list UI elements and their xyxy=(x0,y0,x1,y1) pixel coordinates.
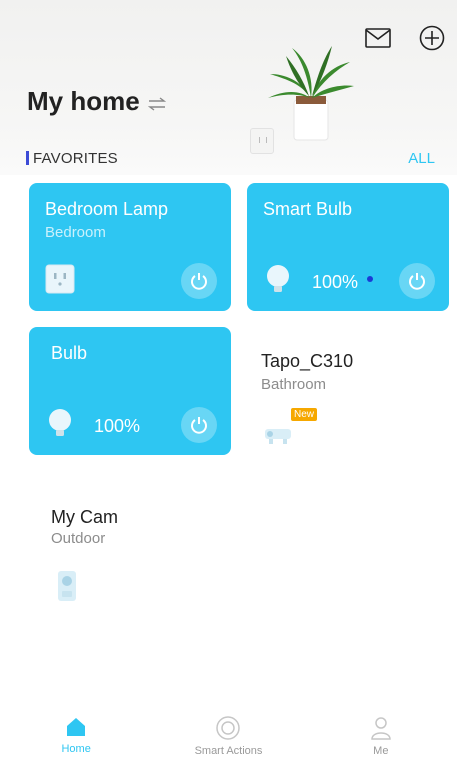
brightness-value: 100% xyxy=(312,272,359,292)
power-toggle-button[interactable] xyxy=(181,263,217,299)
user-icon xyxy=(371,717,391,740)
tab-label: Home xyxy=(61,743,91,755)
device-card-bedroom-lamp[interactable]: Bedroom Lamp Bedroom xyxy=(29,183,231,311)
device-room: Bathroom xyxy=(261,376,327,393)
device-card-my-cam[interactable]: My Cam Outdoor xyxy=(29,471,231,601)
tab-home[interactable]: Home xyxy=(0,705,152,763)
potted-plant-illustration xyxy=(268,46,354,141)
device-name: Smart Bulb xyxy=(263,199,353,219)
power-toggle-button[interactable] xyxy=(399,263,435,299)
home-selector[interactable]: My home xyxy=(27,86,166,117)
tab-smart-actions[interactable]: Smart Actions xyxy=(152,705,304,763)
bulb-icon xyxy=(267,265,289,292)
power-icon xyxy=(191,273,207,290)
favorites-marker xyxy=(26,151,29,165)
device-card-smart-bulb[interactable]: Smart Bulb 100% xyxy=(247,183,449,311)
camera-icon xyxy=(58,571,76,601)
device-name: My Cam xyxy=(51,507,118,527)
power-icon xyxy=(409,273,425,290)
favorites-heading: FAVORITES xyxy=(33,150,118,167)
tab-label: Smart Actions xyxy=(194,745,263,757)
smart-actions-icon xyxy=(216,716,241,740)
smart-plug-icon xyxy=(45,264,75,294)
device-name: Bulb xyxy=(51,343,88,363)
device-room: Outdoor xyxy=(51,530,106,547)
home-icon xyxy=(67,718,86,736)
device-name: Tapo_C310 xyxy=(261,351,354,371)
tab-label: Me xyxy=(373,745,389,757)
outdoor-camera-icon xyxy=(265,429,291,444)
mail-icon[interactable] xyxy=(362,22,394,54)
bottom-tab-bar: Home Smart Actions Me xyxy=(0,705,457,763)
device-room: Bedroom xyxy=(45,224,106,241)
home-title: My home xyxy=(27,86,140,116)
brightness-value: 100% xyxy=(94,416,141,436)
power-icon xyxy=(191,417,207,434)
all-devices-link[interactable]: ALL xyxy=(408,150,435,167)
device-card-tapo-c310[interactable]: Tapo_C310 Bathroom New xyxy=(247,327,449,455)
tab-me[interactable]: Me xyxy=(305,705,457,763)
swap-icon xyxy=(147,96,166,111)
power-toggle-button[interactable] xyxy=(181,407,217,443)
status-dot xyxy=(367,276,373,282)
new-badge: New xyxy=(291,408,318,421)
device-card-bulb[interactable]: Bulb 100% xyxy=(29,327,231,455)
bulb-icon xyxy=(49,409,71,436)
add-circle-icon[interactable] xyxy=(416,22,448,54)
device-name: Bedroom Lamp xyxy=(45,199,169,219)
